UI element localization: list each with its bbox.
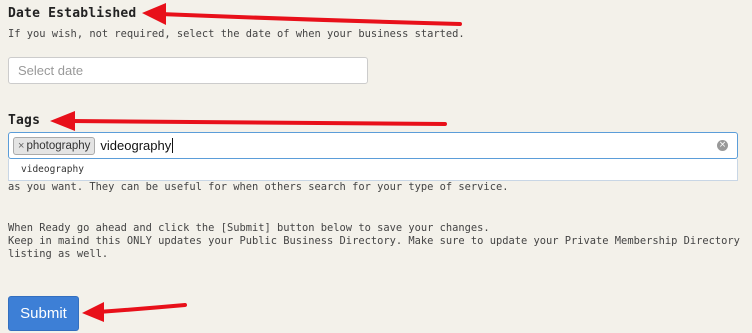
tag-search-field[interactable]: videography <box>100 138 174 153</box>
tags-help-text: as you want. They can be useful for when… <box>8 181 509 193</box>
date-established-label: Date Established <box>8 6 137 21</box>
arrowhead-submit <box>82 302 104 322</box>
close-icon[interactable]: × <box>18 140 24 152</box>
date-input[interactable]: Select date <box>8 57 368 84</box>
annotation-arrow-submit <box>96 303 187 314</box>
tag-suggestion-option[interactable]: videography <box>8 159 738 181</box>
submit-button[interactable]: Submit <box>8 296 79 331</box>
tag-chip: × photography <box>13 136 96 155</box>
arrowhead-tags <box>50 111 75 131</box>
clear-circle-icon[interactable]: × <box>717 140 728 151</box>
tags-input[interactable]: × photography videography × <box>8 132 738 159</box>
instructions-line-2: Keep in maind this ONLY updates your Pub… <box>8 235 740 247</box>
tags-label: Tags <box>8 113 41 128</box>
date-established-help: If you wish, not required, select the da… <box>8 28 465 40</box>
arrowhead-date <box>142 3 166 25</box>
annotation-arrow-date <box>158 12 462 26</box>
annotation-arrow-tags <box>68 119 447 126</box>
instructions-line-3: listing as well. <box>8 248 109 260</box>
instructions-line-1: When Ready go ahead and click the [Submi… <box>8 222 490 234</box>
tag-chip-label: photography <box>26 139 91 152</box>
